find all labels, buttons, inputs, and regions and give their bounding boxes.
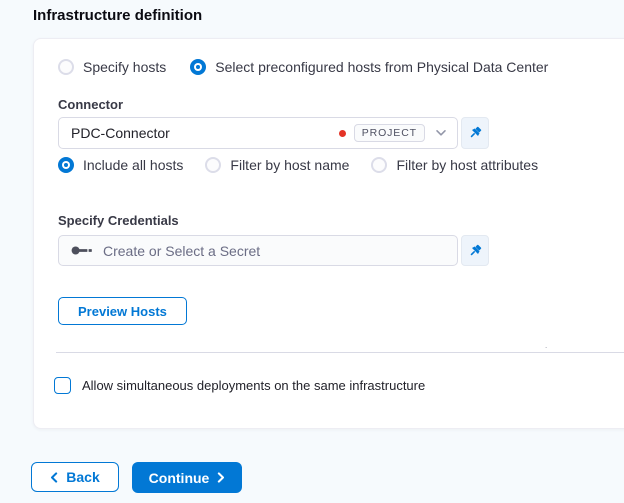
preview-hosts-button[interactable]: Preview Hosts [58,297,187,325]
key-icon [71,245,93,256]
page-title: Infrastructure definition [33,7,203,24]
simultaneous-deployments-label: Allow simultaneous deployments on the sa… [82,378,426,393]
connector-value: PDC-Connector [71,125,170,141]
connector-reference-field[interactable]: PDC-Connector PROJECT [58,117,458,149]
simultaneous-deployments-checkbox[interactable] [54,377,71,394]
radio-option-label: Specify hosts [83,59,167,75]
radio-option-select-preconfigured-hosts[interactable]: Select preconfigured hosts from Physical… [190,59,548,75]
radio-ring [194,63,203,71]
radio-option-label: Select preconfigured hosts from Physical… [215,59,549,75]
required-dot-icon [338,129,346,137]
credentials-pin-button[interactable] [461,235,489,266]
host-filter-radio-group: Include all hosts Filter by host name Fi… [58,157,538,173]
connector-field-row: PDC-Connector PROJECT [58,117,489,149]
continue-button[interactable]: Continue [132,462,242,493]
chevron-down-icon[interactable] [435,129,447,137]
radio-option-filter-by-host-attributes[interactable]: Filter by host attributes [371,157,538,173]
pin-icon [467,125,483,141]
radio-unselected-icon[interactable] [58,59,74,75]
radio-unselected-icon[interactable] [205,157,222,173]
back-button[interactable]: Back [31,462,119,492]
pin-icon [467,243,483,259]
chevron-right-icon [217,472,225,483]
radio-unselected-icon[interactable] [371,157,388,173]
host-source-radio-group: Specify hosts Select preconfigured hosts… [58,59,548,75]
back-button-label: Back [66,469,100,485]
radio-option-include-all-hosts[interactable]: Include all hosts [58,157,183,173]
radio-option-label: Filter by host name [230,157,350,173]
connector-pin-button[interactable] [461,117,489,149]
radio-ring [62,161,70,169]
infrastructure-definition-page: { "title": "Infrastructure definition", … [0,0,624,503]
radio-option-specify-hosts[interactable]: Specify hosts [58,59,166,75]
simultaneous-deployments-row: Allow simultaneous deployments on the sa… [54,377,425,394]
continue-button-label: Continue [148,469,210,486]
radio-selected-icon[interactable] [58,157,74,173]
secret-placeholder: Create or Select a Secret [103,242,261,259]
credentials-label: Specify Credentials [58,213,179,228]
stray-mark: . [545,341,548,350]
radio-selected-icon[interactable] [190,59,207,75]
radio-option-filter-by-host-name[interactable]: Filter by host name [205,157,349,173]
infrastructure-definition-card: Specify hosts Select preconfigured hosts… [33,38,624,429]
radio-dot [196,64,201,70]
scope-badge: PROJECT [353,123,425,143]
secret-select-field[interactable]: Create or Select a Secret [58,235,458,266]
credentials-field-row: Create or Select a Secret [58,235,489,266]
radio-dot [63,162,69,168]
connector-label: Connector [58,97,123,112]
radio-option-label: Filter by host attributes [396,157,539,173]
radio-option-label: Include all hosts [83,157,184,173]
chevron-left-icon [50,471,58,483]
divider [56,352,624,353]
